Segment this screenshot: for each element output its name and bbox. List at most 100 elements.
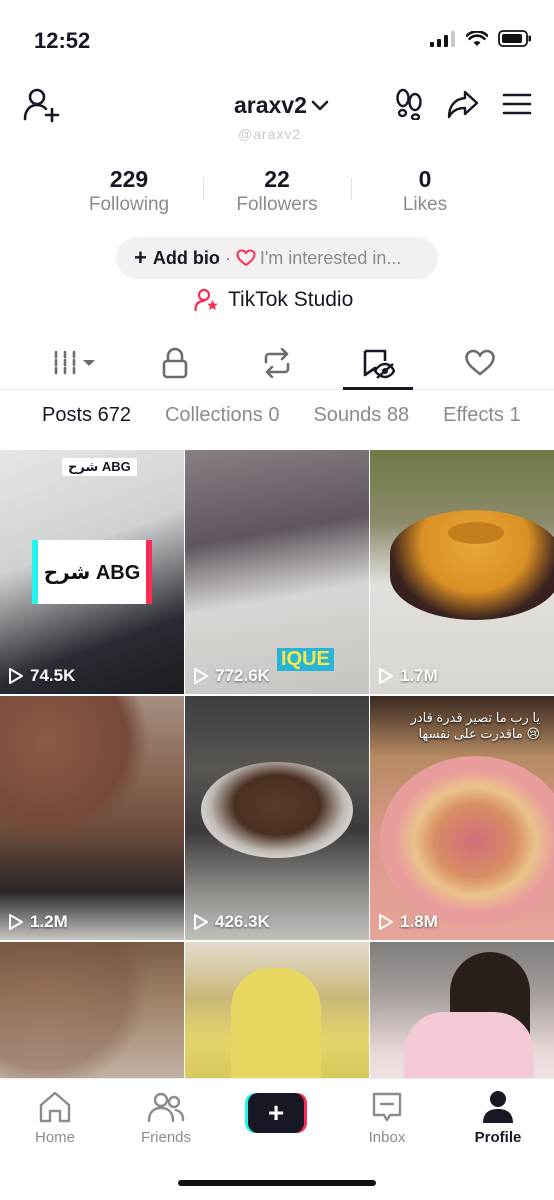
nav-profile-label: Profile <box>474 1129 522 1146</box>
video-grid: شرح ABG شرح ABG 74.5K IQUE 772.6K 1.7M 1… <box>0 450 554 1080</box>
friends-icon <box>147 1092 185 1123</box>
tiktok-studio-link[interactable]: TikTok Studio <box>194 288 353 312</box>
tile-thumbnail <box>0 942 150 1080</box>
signal-icon <box>430 30 455 47</box>
nav-home-label: Home <box>34 1129 75 1146</box>
nav-inbox[interactable]: Inbox <box>342 1089 432 1146</box>
tile-thumbnail <box>231 968 321 1080</box>
view-count: 1.2M <box>8 912 68 932</box>
play-icon <box>379 914 393 930</box>
stat-label: Likes <box>402 194 448 215</box>
stat-value: 22 <box>264 166 290 192</box>
view-count: 74.5K <box>8 666 75 686</box>
stat-following[interactable]: 229 Following <box>55 164 203 216</box>
video-tile[interactable] <box>370 942 554 1080</box>
ghost-handle: @araxv2 <box>238 126 302 142</box>
home-indicator <box>178 1180 376 1186</box>
tile-thumbnail-detail <box>448 522 504 544</box>
view-count: 426.3K <box>193 912 270 932</box>
stat-followers[interactable]: 22 Followers <box>203 164 351 216</box>
sub-tabs: Posts 672 Collections 0 Sounds 88 Effect… <box>42 404 521 427</box>
video-tile[interactable]: شرح ABG شرح ABG 74.5K <box>0 450 184 694</box>
battery-icon <box>498 30 531 47</box>
view-count: 1.8M <box>378 912 438 932</box>
tile-caption: شرح ABG <box>62 458 137 476</box>
tab-videos[interactable] <box>50 344 100 382</box>
play-icon <box>379 668 393 684</box>
play-icon <box>194 668 208 684</box>
video-tile[interactable]: يا رب ما تصير قدرة قادر ماقدرت على نفسها… <box>370 696 554 940</box>
inbox-icon <box>372 1092 402 1122</box>
menu-icon[interactable] <box>502 92 532 116</box>
view-count-value: 74.5K <box>30 666 76 685</box>
subtab-effects[interactable]: Effects 1 <box>443 404 520 427</box>
tab-reposts[interactable] <box>252 344 302 382</box>
lock-icon <box>162 347 188 379</box>
stat-value: 229 <box>109 166 149 192</box>
play-icon <box>9 668 23 684</box>
stat-label: Following <box>88 194 170 215</box>
nav-home[interactable]: Home <box>10 1089 100 1146</box>
tile-thumbnail <box>0 696 150 846</box>
plus-icon: + <box>134 245 147 270</box>
video-tile[interactable] <box>185 942 369 1080</box>
plus-icon: + <box>248 1093 304 1133</box>
heart-outline-icon <box>465 349 495 376</box>
tab-private[interactable] <box>150 344 200 382</box>
nav-friends-label: Friends <box>140 1129 192 1146</box>
tile-title-card: شرح ABG <box>32 540 152 604</box>
view-count: 1.7M <box>378 666 438 686</box>
profile-header: araxv2 @araxv2 <box>0 78 554 142</box>
video-tile[interactable]: IQUE 772.6K <box>185 450 369 694</box>
footprints-icon[interactable] <box>394 88 424 120</box>
nav-profile[interactable]: Profile <box>453 1089 543 1146</box>
status-bar: 12:52 <box>0 0 554 78</box>
tile-thumbnail-detail <box>404 1012 534 1080</box>
add-bio-label: Add bio <box>152 247 220 268</box>
view-count: 772.6K <box>193 666 270 686</box>
stat-value: 0 <box>418 166 432 192</box>
nav-inbox-label: Inbox <box>368 1129 406 1146</box>
share-icon[interactable] <box>446 89 480 119</box>
tab-liked[interactable] <box>455 344 505 382</box>
repost-icon <box>264 348 290 378</box>
account-switcher[interactable]: araxv2 <box>234 92 329 119</box>
play-icon <box>9 914 23 930</box>
profile-stats: 229 Following 22 Followers 0 Likes <box>0 164 554 216</box>
status-icons <box>430 30 532 47</box>
tile-caption: IQUE <box>277 648 334 671</box>
nav-friends[interactable]: Friends <box>121 1089 211 1146</box>
tile-thumbnail <box>201 762 353 858</box>
bio-pill[interactable]: + Add bio · I'm interested in... <box>116 237 438 279</box>
video-tile[interactable]: 1.2M <box>0 696 184 940</box>
view-count-value: 772.6K <box>215 666 270 685</box>
interest-label: I'm interested in... <box>259 247 402 268</box>
video-tile[interactable]: 1.7M <box>370 450 554 694</box>
heart-icon <box>236 249 256 267</box>
stat-likes[interactable]: 0 Likes <box>351 164 499 216</box>
tab-favorites[interactable] <box>343 344 413 390</box>
stat-label: Followers <box>236 194 318 215</box>
view-count-value: 426.3K <box>215 912 270 931</box>
content-tabs <box>0 336 554 390</box>
video-tile[interactable] <box>0 942 184 1080</box>
subtab-collections[interactable]: Collections 0 <box>165 404 280 427</box>
studio-person-icon <box>194 288 218 312</box>
view-count-value: 1.2M <box>30 912 68 931</box>
bookmark-eye-icon <box>363 349 395 379</box>
tile-thumbnail <box>380 756 554 926</box>
subtab-sounds[interactable]: Sounds 88 <box>313 404 409 427</box>
chevron-down-icon <box>311 100 329 110</box>
studio-label: TikTok Studio <box>228 288 354 311</box>
home-icon <box>39 1091 71 1123</box>
bio-separator: · <box>224 247 231 268</box>
status-time: 12:52 <box>34 28 91 53</box>
video-tile[interactable]: 426.3K <box>185 696 369 940</box>
create-button[interactable]: + <box>245 1093 307 1133</box>
add-friend-icon[interactable] <box>22 86 62 126</box>
username-title: araxv2 <box>234 92 307 118</box>
profile-icon <box>483 1091 513 1123</box>
header-actions <box>394 88 532 120</box>
wifi-icon <box>466 30 488 46</box>
subtab-posts[interactable]: Posts 672 <box>42 404 131 427</box>
